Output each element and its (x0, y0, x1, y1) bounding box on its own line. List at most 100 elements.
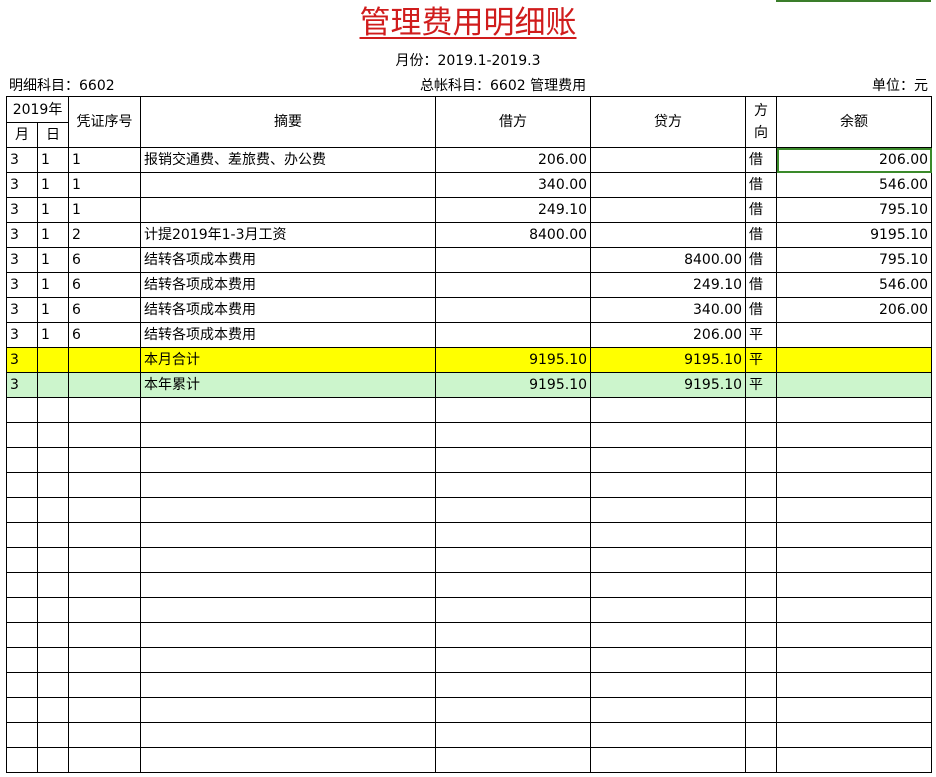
cell-summary[interactable]: 计提2019年1-3月工资 (140, 222, 437, 248)
cell-voucher[interactable]: 6 (68, 322, 142, 348)
empty-cell[interactable] (6, 622, 38, 648)
empty-cell[interactable] (6, 572, 38, 598)
cell-direction[interactable]: 平 (745, 347, 778, 373)
empty-cell[interactable] (745, 747, 778, 773)
cell-voucher[interactable] (68, 372, 142, 398)
cell-credit[interactable]: 249.10 (590, 272, 747, 298)
empty-cell[interactable] (745, 697, 778, 723)
cell-summary[interactable]: 报销交通费、差旅费、办公费 (140, 147, 437, 173)
empty-cell[interactable] (140, 572, 437, 598)
cell-balance[interactable]: 795.10 (776, 197, 933, 223)
empty-cell[interactable] (140, 422, 437, 448)
cell-voucher[interactable]: 1 (68, 197, 142, 223)
header-day[interactable]: 日 (36, 122, 70, 148)
empty-cell[interactable] (140, 697, 437, 723)
cell-credit[interactable]: 8400.00 (590, 247, 747, 273)
empty-cell[interactable] (590, 722, 747, 748)
empty-cell[interactable] (745, 547, 778, 573)
cell-credit[interactable]: 9195.10 (590, 372, 747, 398)
header-voucher[interactable]: 凭证序号 (68, 96, 142, 148)
cell-month[interactable]: 3 (6, 372, 38, 398)
empty-cell[interactable] (36, 722, 70, 748)
empty-cell[interactable] (36, 697, 70, 723)
empty-cell[interactable] (776, 447, 933, 473)
cell-summary[interactable]: 结转各项成本费用 (140, 247, 437, 273)
cell-voucher[interactable]: 2 (68, 222, 142, 248)
empty-cell[interactable] (6, 647, 38, 673)
empty-cell[interactable] (590, 697, 747, 723)
empty-cell[interactable] (435, 422, 592, 448)
cell-debit[interactable] (435, 322, 592, 348)
empty-cell[interactable] (590, 647, 747, 673)
cell-month[interactable]: 3 (6, 322, 38, 348)
cell-day[interactable]: 1 (36, 272, 70, 298)
cell-direction[interactable]: 借 (745, 297, 778, 323)
empty-cell[interactable] (590, 497, 747, 523)
empty-cell[interactable] (140, 497, 437, 523)
empty-cell[interactable] (745, 647, 778, 673)
cell-credit[interactable] (590, 222, 747, 248)
empty-cell[interactable] (6, 697, 38, 723)
cell-month[interactable]: 3 (6, 147, 38, 173)
cell-credit[interactable] (590, 197, 747, 223)
cell-month[interactable]: 3 (6, 222, 38, 248)
empty-cell[interactable] (36, 422, 70, 448)
cell-summary[interactable]: 本月合计 (140, 347, 437, 373)
empty-cell[interactable] (776, 722, 933, 748)
header-credit[interactable]: 贷方 (590, 96, 747, 148)
empty-cell[interactable] (745, 572, 778, 598)
empty-cell[interactable] (745, 622, 778, 648)
cell-voucher[interactable]: 6 (68, 272, 142, 298)
empty-cell[interactable] (590, 747, 747, 773)
cell-debit[interactable]: 8400.00 (435, 222, 592, 248)
cell-day[interactable]: 1 (36, 147, 70, 173)
empty-cell[interactable] (68, 722, 142, 748)
cell-credit[interactable]: 206.00 (590, 322, 747, 348)
empty-cell[interactable] (140, 722, 437, 748)
cell-voucher[interactable]: 1 (68, 147, 142, 173)
empty-cell[interactable] (776, 397, 933, 423)
empty-cell[interactable] (776, 597, 933, 623)
empty-cell[interactable] (6, 472, 38, 498)
empty-cell[interactable] (36, 447, 70, 473)
cell-balance[interactable] (776, 372, 933, 398)
empty-cell[interactable] (6, 397, 38, 423)
header-summary[interactable]: 摘要 (140, 96, 437, 148)
empty-cell[interactable] (36, 597, 70, 623)
empty-cell[interactable] (745, 447, 778, 473)
cell-day[interactable]: 1 (36, 297, 70, 323)
header-direction[interactable]: 方 向 (745, 96, 778, 148)
cell-summary[interactable]: 结转各项成本费用 (140, 272, 437, 298)
cell-voucher[interactable]: 6 (68, 297, 142, 323)
cell-direction[interactable]: 借 (745, 197, 778, 223)
empty-cell[interactable] (435, 597, 592, 623)
empty-cell[interactable] (590, 672, 747, 698)
empty-cell[interactable] (68, 647, 142, 673)
empty-cell[interactable] (590, 572, 747, 598)
empty-cell[interactable] (6, 447, 38, 473)
empty-cell[interactable] (36, 747, 70, 773)
empty-cell[interactable] (6, 422, 38, 448)
empty-cell[interactable] (590, 547, 747, 573)
empty-cell[interactable] (68, 422, 142, 448)
empty-cell[interactable] (6, 547, 38, 573)
cell-direction[interactable]: 平 (745, 322, 778, 348)
empty-cell[interactable] (36, 472, 70, 498)
empty-cell[interactable] (745, 422, 778, 448)
empty-cell[interactable] (6, 722, 38, 748)
empty-cell[interactable] (745, 672, 778, 698)
cell-credit[interactable] (590, 147, 747, 173)
cell-debit[interactable]: 340.00 (435, 172, 592, 198)
empty-cell[interactable] (68, 397, 142, 423)
empty-cell[interactable] (745, 497, 778, 523)
empty-cell[interactable] (36, 522, 70, 548)
cell-day[interactable]: 1 (36, 322, 70, 348)
empty-cell[interactable] (140, 672, 437, 698)
empty-cell[interactable] (36, 572, 70, 598)
cell-balance[interactable]: 206.00 (776, 297, 933, 323)
empty-cell[interactable] (68, 697, 142, 723)
cell-direction[interactable]: 借 (745, 172, 778, 198)
empty-cell[interactable] (435, 647, 592, 673)
empty-cell[interactable] (776, 497, 933, 523)
cell-balance[interactable] (776, 347, 933, 373)
